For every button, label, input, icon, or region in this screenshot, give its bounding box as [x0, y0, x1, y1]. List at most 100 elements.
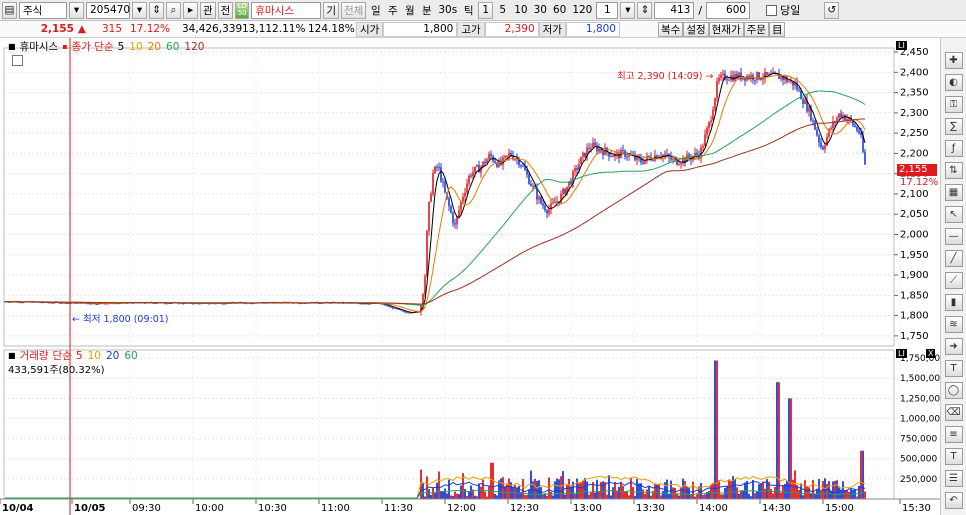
candle-body — [452, 212, 454, 224]
formula-icon[interactable]: ƒ — [944, 140, 963, 157]
period-month[interactable]: 월 — [402, 2, 417, 19]
crosshair-icon[interactable]: ✚ — [944, 52, 963, 69]
candle-body — [540, 197, 542, 204]
candle-body — [490, 154, 492, 157]
code-dropdown-icon[interactable]: ▾ — [132, 1, 147, 19]
market-dropdown-icon[interactable]: ▾ — [69, 1, 84, 19]
period-30s[interactable]: 30s — [436, 2, 459, 19]
vol-ma-period-20[interactable]: 20 — [106, 350, 119, 362]
volume-bar — [642, 489, 644, 499]
ma-period-120[interactable]: 120 — [184, 41, 204, 53]
layout-icon[interactable]: ▤ — [2, 1, 17, 19]
time-axis-label: 12:30 — [510, 503, 539, 514]
ma-indicator-label[interactable]: 종가 단순 — [72, 39, 114, 54]
today-checkbox[interactable]: 당일 — [766, 2, 800, 18]
guan-button[interactable]: 관 — [200, 1, 216, 19]
jeon-button[interactable]: 전 — [217, 1, 234, 19]
text-tool-icon[interactable]: T — [944, 360, 963, 377]
interval-1[interactable]: 1 — [478, 1, 494, 19]
interval-120-label: 120 — [572, 4, 593, 16]
volume-scale-mark[interactable]: LI — [896, 349, 907, 358]
period-day[interactable]: 일 — [368, 2, 383, 19]
count-input[interactable]: 413 — [654, 1, 695, 19]
vol-ma-period-10[interactable]: 10 — [88, 350, 101, 362]
volume-bar — [670, 480, 672, 499]
chart-canvas[interactable]: 2,4502,4002,3502,3002,2502,2002,1502,100… — [0, 38, 940, 515]
time-axis-label: 10:00 — [195, 503, 224, 514]
trend-line-icon[interactable]: ╱ — [944, 250, 963, 267]
list-icon[interactable]: ☰ — [944, 470, 963, 487]
chart-area[interactable]: 2,4502,4002,3502,3002,2502,2002,1502,100… — [0, 38, 940, 515]
candle-body — [602, 150, 604, 155]
period-minute[interactable]: 분 — [419, 2, 434, 19]
ma-period-20[interactable]: 20 — [148, 41, 161, 53]
spin-updown-icon[interactable]: ⇕ — [149, 1, 164, 19]
compare-icon[interactable]: ⇅ — [944, 162, 963, 179]
price-scale-mark[interactable]: LI — [896, 41, 907, 50]
all-icon[interactable]: ≡ — [944, 426, 963, 443]
copy-button[interactable]: 복수 — [657, 21, 684, 37]
eraser-icon[interactable]: ⌫ — [944, 404, 963, 421]
volume-bar — [590, 492, 592, 499]
total-input[interactable]: 600 — [706, 1, 751, 19]
search-icon[interactable]: ⌕ — [166, 1, 181, 19]
chart-tool-icon[interactable]: ▦ — [944, 184, 963, 201]
volume-bar — [754, 493, 756, 499]
gi-button[interactable]: 기 — [323, 1, 340, 19]
text-box-icon[interactable]: T — [944, 448, 963, 465]
vol-ma-period-60[interactable]: 60 — [124, 350, 137, 362]
volume-bar — [718, 480, 720, 499]
spin-down-icon[interactable]: ▾ — [620, 1, 636, 19]
ma-period-5[interactable]: 5 — [118, 41, 125, 53]
pointer-icon[interactable]: ↖ — [944, 206, 963, 223]
interval-10[interactable]: 10 — [512, 2, 529, 19]
ma-period-60[interactable]: 60 — [166, 41, 179, 53]
market-select[interactable]: 주식 — [19, 1, 67, 19]
order-button[interactable]: 주문 — [743, 21, 769, 37]
period-week[interactable]: 주 — [385, 2, 400, 19]
grid-icon[interactable]: 目 — [768, 21, 786, 37]
candle-body — [590, 147, 592, 149]
vertical-line-icon[interactable]: ▮ — [944, 294, 963, 311]
volume-close-icon[interactable]: X — [926, 349, 936, 358]
panel-toggle-box[interactable] — [12, 55, 23, 66]
candle-body — [588, 147, 590, 149]
palette-icon[interactable]: ◐ — [944, 74, 963, 91]
ma-period-10[interactable]: 10 — [129, 41, 142, 53]
candle-body — [584, 152, 586, 157]
candle-body — [386, 305, 388, 307]
candle-body — [626, 156, 628, 158]
interval-120[interactable]: 120 — [570, 2, 594, 19]
candle-body — [830, 128, 832, 130]
next-icon[interactable]: ▸ — [183, 1, 198, 19]
vol-ma-period-5[interactable]: 5 — [76, 350, 83, 362]
volume-bar — [772, 493, 774, 499]
interval-30[interactable]: 30 — [532, 2, 549, 19]
volume-bar — [496, 495, 498, 499]
stock-name-field[interactable]: 휴마시스 — [251, 1, 322, 19]
arrow-tool-icon[interactable]: ➜ — [944, 338, 963, 355]
period-tick[interactable]: 틱 — [461, 2, 476, 19]
gyeonche-button[interactable]: 전체 — [341, 1, 367, 19]
key-icon[interactable]: ⚿ — [944, 96, 963, 113]
candle-body — [814, 120, 816, 130]
candle-body — [610, 156, 612, 158]
add-indicator-icon[interactable]: ∑ — [944, 118, 963, 135]
undo-icon[interactable]: ↶ — [944, 492, 963, 509]
current-price-button[interactable]: 현재가 — [708, 21, 744, 37]
today-checkbox-box[interactable] — [766, 4, 778, 16]
price-axis-label: 2,400 — [900, 67, 929, 78]
interval-60[interactable]: 60 — [551, 2, 568, 19]
settings-button[interactable]: 설정 — [683, 21, 709, 37]
refresh-icon[interactable]: ↺ — [824, 1, 840, 19]
spin-input[interactable]: 1 — [596, 1, 619, 19]
volume-bar — [690, 494, 692, 499]
code-input[interactable]: 205470 — [86, 1, 130, 19]
auto-line-icon[interactable]: ⟋ — [944, 272, 963, 289]
fibonacci-icon[interactable]: ≋ — [944, 316, 963, 333]
horizontal-line-icon[interactable]: — — [944, 228, 963, 245]
interval-5[interactable]: 5 — [495, 2, 510, 19]
volume-bar — [832, 481, 834, 499]
shape-tool-icon[interactable]: ◯ — [944, 382, 963, 399]
spin-stepper-icon[interactable]: ⇕ — [637, 1, 653, 19]
